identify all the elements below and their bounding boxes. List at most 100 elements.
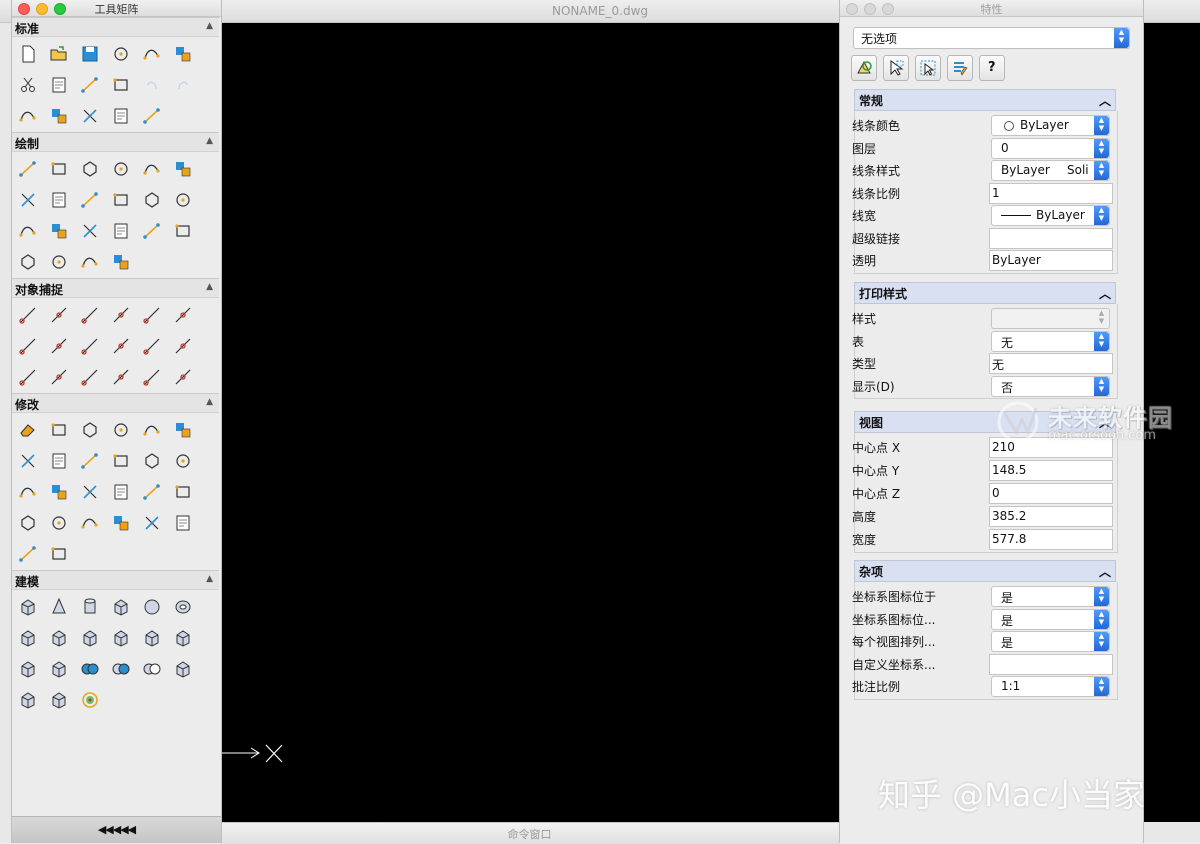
- snap-perpendicular-tool[interactable]: [18, 367, 40, 389]
- redo-tool[interactable]: [173, 75, 195, 97]
- region-tool[interactable]: [111, 221, 133, 243]
- table-tool[interactable]: [18, 221, 40, 243]
- paste-tool[interactable]: [80, 75, 102, 97]
- property-field[interactable]: 1: [989, 182, 1113, 204]
- properties-titlebar[interactable]: 特性: [840, 0, 1143, 17]
- move-tool[interactable]: [80, 420, 102, 442]
- snap-apparent-intersection-tool[interactable]: [111, 305, 133, 327]
- group-header-1[interactable]: 打印样式 ︿: [854, 282, 1116, 304]
- section-standard[interactable]: 标准 ▲: [12, 17, 219, 37]
- property-field[interactable]: 385.2: [989, 506, 1113, 527]
- property-dropdown[interactable]: 0 ▲ ▼: [991, 137, 1110, 159]
- union-tool[interactable]: [80, 659, 102, 681]
- quick-select-button[interactable]: [851, 55, 877, 81]
- extend-tool[interactable]: [142, 482, 164, 504]
- snap-midpoint-tool[interactable]: [49, 305, 71, 327]
- property-dropdown[interactable]: ByLayer ▲ ▼: [991, 205, 1110, 226]
- copy-tool[interactable]: [49, 75, 71, 97]
- property-field[interactable]: [989, 227, 1113, 249]
- print-preview-tool[interactable]: [173, 44, 195, 66]
- property-field[interactable]: [989, 653, 1113, 675]
- save-tool[interactable]: [80, 44, 102, 66]
- snap-node-tool[interactable]: [80, 336, 102, 358]
- snap-none-tool[interactable]: [111, 367, 133, 389]
- group-header-3[interactable]: 杂项 ︿: [854, 560, 1116, 582]
- property-dropdown[interactable]: 无 ▲ ▼: [991, 330, 1110, 352]
- trim-tool[interactable]: [80, 482, 102, 504]
- boundary-tool[interactable]: [49, 252, 71, 274]
- loft-tool[interactable]: [111, 628, 133, 650]
- property-dropdown[interactable]: ▲ ▼: [991, 308, 1110, 329]
- select-objects-button[interactable]: [883, 55, 909, 81]
- edit-block-tool[interactable]: [80, 513, 102, 535]
- edit-curve-tool[interactable]: [142, 513, 164, 535]
- property-dropdown[interactable]: 是 ▲ ▼: [991, 608, 1110, 630]
- property-dropdown[interactable]: 1:1 ▲ ▼: [991, 676, 1110, 697]
- dropdown-stepper-icon[interactable]: ▲ ▼: [1094, 587, 1109, 606]
- property-field[interactable]: 无: [989, 353, 1113, 374]
- dropdown-stepper-icon[interactable]: ▲ ▼: [1094, 309, 1109, 328]
- stairs-tool[interactable]: [173, 190, 195, 212]
- design-center-tool[interactable]: [142, 106, 164, 128]
- ray-tool[interactable]: [49, 159, 71, 181]
- dropdown-stepper-icon[interactable]: ▲ ▼: [1114, 28, 1129, 48]
- palette-collapse-bar[interactable]: ◀◀◀◀◀: [12, 816, 221, 843]
- rectangle-tool[interactable]: [111, 159, 133, 181]
- split-tool[interactable]: [49, 513, 71, 535]
- new-file-tool[interactable]: [18, 44, 40, 66]
- zoom-realtime-tool[interactable]: [80, 106, 102, 128]
- mirror-tool[interactable]: [111, 420, 133, 442]
- properties-list-button[interactable]: [947, 55, 973, 81]
- snap-from-tool[interactable]: [173, 305, 195, 327]
- rotate-tool[interactable]: [49, 451, 71, 473]
- property-field[interactable]: 0: [989, 483, 1113, 504]
- text-tool[interactable]: [142, 221, 164, 243]
- zoom-window-tool[interactable]: [49, 106, 71, 128]
- lengthen-tool[interactable]: [18, 482, 40, 504]
- property-field[interactable]: 577.8: [989, 529, 1113, 550]
- scale-tool[interactable]: [80, 451, 102, 473]
- dropdown-stepper-icon[interactable]: ▲ ▼: [1094, 609, 1109, 629]
- attribute-edit-tool[interactable]: [49, 544, 71, 566]
- spline-tool[interactable]: [173, 159, 195, 181]
- snap-endpoint-tool[interactable]: [18, 305, 40, 327]
- explode-tool[interactable]: [173, 482, 195, 504]
- section-draw[interactable]: 绘制 ▲: [12, 132, 219, 152]
- cloud-tool[interactable]: [80, 252, 102, 274]
- match-properties-tool[interactable]: [111, 75, 133, 97]
- offset-tool[interactable]: [142, 420, 164, 442]
- donut-tool[interactable]: [80, 190, 102, 212]
- help-button[interactable]: ?: [979, 55, 1005, 81]
- dropdown-stepper-icon[interactable]: ▲ ▼: [1094, 206, 1109, 225]
- wedge-tool[interactable]: [18, 628, 40, 650]
- dropdown-stepper-icon[interactable]: ▲ ▼: [1094, 161, 1109, 180]
- spline-fit-tool[interactable]: [142, 190, 164, 212]
- undo-tool[interactable]: [142, 75, 164, 97]
- collapse-triangle-icon[interactable]: ▲: [206, 397, 213, 407]
- snap-nearest-tool[interactable]: [80, 367, 102, 389]
- snap-center-tool[interactable]: [49, 336, 71, 358]
- chevron-up-icon[interactable]: ︿: [1099, 285, 1111, 302]
- cut-tool[interactable]: [18, 75, 40, 97]
- stretch-tool[interactable]: [111, 451, 133, 473]
- sphere-tool[interactable]: [142, 597, 164, 619]
- snap-insert-tool[interactable]: [173, 336, 195, 358]
- group-header-0[interactable]: 常规 ︿: [854, 89, 1116, 111]
- dropdown-stepper-icon[interactable]: ▲ ▼: [1094, 331, 1109, 351]
- fillet-tool[interactable]: [173, 451, 195, 473]
- snap-tangent-tool[interactable]: [142, 336, 164, 358]
- snap-tangent-line-tool[interactable]: [18, 336, 40, 358]
- cylinder-tool[interactable]: [80, 597, 102, 619]
- point-grid-tool[interactable]: [111, 190, 133, 212]
- dropdown-stepper-icon[interactable]: ▲ ▼: [1094, 677, 1109, 696]
- line-tool[interactable]: [18, 159, 40, 181]
- collapse-triangle-icon[interactable]: ▲: [206, 282, 213, 292]
- sweep-3d-tool[interactable]: [173, 628, 195, 650]
- toggle-pickadd-button[interactable]: [915, 55, 941, 81]
- dropdown-stepper-icon[interactable]: ▲ ▼: [1094, 116, 1109, 135]
- snap-settings-tool[interactable]: [173, 367, 195, 389]
- command-window-bar[interactable]: 命令窗口: [220, 822, 839, 844]
- rotate3d-tool[interactable]: [173, 513, 195, 535]
- join-tool[interactable]: [18, 513, 40, 535]
- section-modify[interactable]: 修改 ▲: [12, 393, 219, 413]
